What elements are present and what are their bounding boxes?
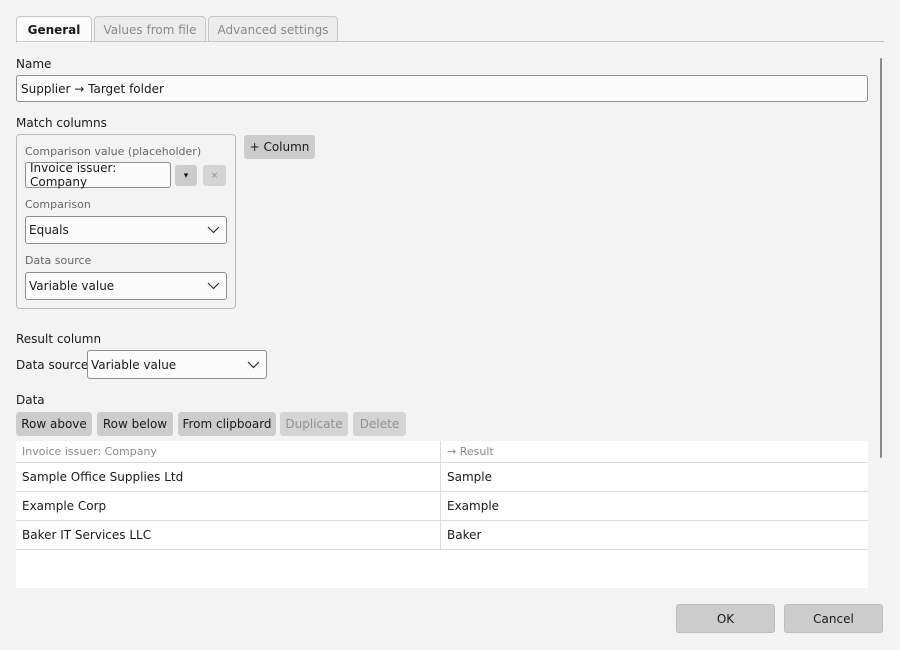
tab-divider [16, 41, 884, 42]
comparison-value-label: Comparison value (placeholder) [25, 145, 202, 158]
comparison-label: Comparison [25, 198, 91, 211]
chevron-down-icon [206, 282, 220, 290]
column-header-match[interactable]: Invoice issuer: Company [16, 441, 441, 462]
match-data-source-label: Data source [25, 254, 92, 267]
match-column-group: Comparison value (placeholder) Invoice i… [16, 134, 236, 309]
table-row[interactable]: Example Corp Example [16, 492, 868, 521]
column-header-result[interactable]: → Result [441, 441, 868, 462]
match-data-source-select[interactable]: Variable value [25, 272, 227, 300]
chevron-down-icon [206, 226, 220, 234]
tab-general[interactable]: General [16, 16, 92, 43]
table-cell[interactable]: Example Corp [16, 492, 441, 520]
caret-down-icon: ▾ [183, 170, 189, 181]
table-cell[interactable]: Sample [441, 463, 868, 491]
result-data-source-label: Data source [16, 358, 89, 372]
comparison-select[interactable]: Equals [25, 216, 227, 244]
data-label: Data [16, 393, 45, 407]
row-above-button[interactable]: Row above [16, 412, 92, 436]
result-column-label: Result column [16, 332, 102, 346]
table-row[interactable]: Baker IT Services LLC Baker [16, 521, 868, 550]
row-below-button[interactable]: Row below [97, 412, 173, 436]
ok-button[interactable]: OK [676, 604, 775, 633]
match-columns-label: Match columns [16, 116, 107, 130]
remove-column-button[interactable]: × [203, 165, 226, 186]
table-cell[interactable]: Example [441, 492, 868, 520]
result-data-source-value: Variable value [91, 357, 177, 372]
comparison-value-dropdown-button[interactable]: ▾ [175, 165, 197, 186]
tab-advanced-settings[interactable]: Advanced settings [208, 16, 338, 42]
table-header: Invoice issuer: Company → Result [16, 441, 868, 463]
delete-button[interactable]: Delete [353, 412, 406, 436]
chevron-down-icon [246, 361, 260, 369]
from-clipboard-button[interactable]: From clipboard [178, 412, 276, 436]
vertical-scrollbar[interactable] [880, 58, 882, 458]
result-data-source-select[interactable]: Variable value [87, 350, 267, 379]
duplicate-button[interactable]: Duplicate [280, 412, 348, 436]
tab-values-from-file[interactable]: Values from file [94, 16, 206, 42]
add-column-button[interactable]: + Column [244, 135, 315, 159]
table-cell[interactable]: Baker IT Services LLC [16, 521, 441, 549]
table-cell[interactable]: Baker [441, 521, 868, 549]
close-icon: × [210, 170, 219, 181]
match-data-source-value: Variable value [29, 279, 115, 293]
comparison-value: Equals [29, 223, 69, 237]
table-row[interactable]: Sample Office Supplies Ltd Sample [16, 463, 868, 492]
table-cell[interactable]: Sample Office Supplies Ltd [16, 463, 441, 491]
name-input[interactable]: Supplier → Target folder [16, 75, 868, 102]
name-label: Name [16, 57, 52, 71]
data-table: Invoice issuer: Company → Result Sample … [16, 441, 868, 588]
cancel-button[interactable]: Cancel [784, 604, 883, 633]
comparison-value-input[interactable]: Invoice issuer: Company [25, 161, 171, 189]
